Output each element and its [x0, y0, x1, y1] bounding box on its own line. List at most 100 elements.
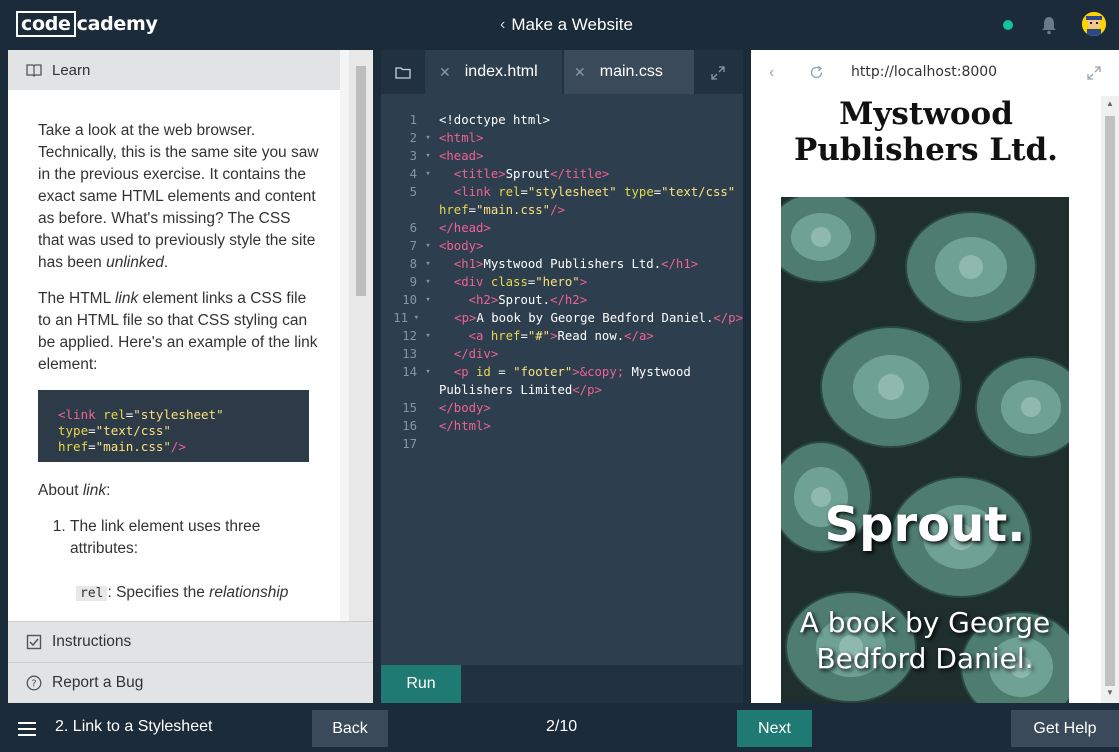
code-line: 11 ▾ <p>A book by George Bedford Daniel.<…	[393, 311, 743, 325]
top-bar: code cademy ‹ Make a Website	[0, 0, 1119, 50]
refresh-icon[interactable]	[809, 65, 824, 80]
tab-label: index.html	[464, 63, 538, 80]
learn-paragraph-2: The HTML link element links a CSS file t…	[38, 288, 320, 376]
learn-scrollbar[interactable]	[340, 50, 373, 621]
course-title-link[interactable]: ‹ Make a Website	[500, 15, 633, 35]
site-heading-line-2: Publishers Ltd.	[794, 132, 1058, 168]
code-line: 2 ▾ <html>	[409, 131, 484, 145]
code-line: 16 </html>	[402, 419, 491, 433]
report-bug-label: Report a Bug	[52, 674, 144, 691]
snippet-href: href	[58, 439, 89, 454]
sub-item-text: : Specifies the	[107, 584, 210, 601]
hamburger-menu-icon[interactable]	[18, 722, 36, 736]
avatar-face-icon	[1082, 12, 1106, 36]
learn-paragraph-1: Take a look at the web browser. Technica…	[38, 120, 320, 274]
code-line: 5 <link rel="stylesheet" type="text/css"	[409, 185, 736, 199]
file-browser-button[interactable]	[381, 50, 425, 94]
tab-main-css[interactable]: ✕ main.css	[564, 50, 694, 94]
list-item: The link element uses three attributes: …	[70, 516, 320, 605]
sub-item-emphasis: relationship	[209, 584, 289, 601]
learn-scroll-thumb[interactable]	[356, 66, 366, 296]
about-colon: :	[106, 482, 111, 499]
snippet-href-val: "main.css"	[95, 439, 171, 454]
scroll-gutter	[340, 50, 349, 621]
browser-url-bar: ‹ http://localhost:8000	[751, 50, 1119, 96]
learn-tab-label: Learn	[52, 61, 91, 79]
instructions-label: Instructions	[52, 633, 132, 650]
code-line: 6 </head>	[409, 221, 491, 235]
para1-text: Take a look at the web browser. Technica…	[38, 122, 319, 271]
bottom-bar: 2. Link to a Stylesheet Back 2/10 Next G…	[0, 703, 1119, 752]
code-line: 10 ▾ <h2>Sprout.</h2>	[402, 293, 588, 307]
rendered-site: Mystwood Publishers Ltd. Sprout. A book …	[751, 96, 1101, 703]
code-line: 17	[402, 437, 417, 451]
browser-scrollbar[interactable]: ▲ ▼	[1101, 96, 1119, 703]
codecademy-logo[interactable]: code cademy	[16, 11, 158, 37]
learn-tab[interactable]: Learn	[8, 50, 340, 90]
code-lines[interactable]: 1 <!doctype html> 2 ▾ <html> 3 ▾ <head> 4 ▾ <t…	[381, 111, 743, 453]
checkbox-icon	[26, 634, 42, 650]
snippet-open: <link	[58, 407, 96, 422]
code-example-block: <link rel="stylesheet" type="text/css" h…	[38, 390, 309, 462]
code-line: 15 </body>	[402, 401, 491, 415]
code-line: 3 ▾ <head>	[409, 149, 484, 163]
get-help-button[interactable]: Get Help	[1011, 710, 1119, 747]
help-circle-icon: ?	[26, 675, 42, 691]
run-bar: Run	[381, 665, 743, 703]
back-button[interactable]: Back	[312, 710, 388, 747]
tab-label: main.css	[599, 63, 663, 80]
browser-back-icon[interactable]: ‹	[769, 64, 774, 82]
snippet-type-val: "text/css"	[95, 423, 171, 438]
scroll-up-icon[interactable]: ▲	[1106, 99, 1114, 108]
svg-text:?: ?	[31, 679, 36, 690]
hero-subtitle: A book by George Bedford Daniel.	[799, 606, 1051, 675]
learn-panel: Learn Take a look at the web browser. Te…	[8, 50, 373, 703]
logo-rest-text: cademy	[76, 13, 158, 35]
report-bug-button[interactable]: ? Report a Bug	[8, 662, 373, 703]
site-heading-line-1: Mystwood	[839, 96, 1013, 132]
browser-scroll-thumb[interactable]	[1105, 116, 1115, 686]
close-tab-icon[interactable]: ✕	[574, 64, 586, 81]
app-window: code cademy ‹ Make a Website Learn Take …	[0, 0, 1119, 752]
folder-icon	[395, 66, 411, 79]
code-line: 4 ▾ <title>Sprout</title>	[409, 167, 610, 181]
code-line-wrap: href="main.css"/>	[439, 203, 565, 217]
close-tab-icon[interactable]: ✕	[439, 64, 451, 81]
next-button[interactable]: Next	[737, 710, 812, 747]
snippet-close: />	[170, 439, 186, 454]
run-button[interactable]: Run	[381, 665, 461, 703]
expand-browser-icon[interactable]	[1087, 66, 1101, 80]
online-status-indicator	[1003, 20, 1013, 30]
about-emphasis: link	[82, 482, 107, 499]
snippet-type: type	[58, 423, 89, 438]
sub-list-item: rel: Specifies the relationship	[76, 582, 320, 605]
course-title: Make a Website	[511, 15, 633, 34]
book-icon	[26, 64, 42, 77]
logo-box-text: code	[16, 11, 76, 37]
para1-end: .	[163, 254, 169, 271]
editor-tabs: ✕ index.html ✕ main.css	[381, 50, 743, 94]
site-heading: Mystwood Publishers Ltd.	[751, 96, 1101, 168]
user-avatar[interactable]	[1082, 12, 1106, 36]
lesson-title: 2. Link to a Stylesheet	[55, 718, 213, 735]
expand-editor-icon[interactable]	[711, 66, 725, 80]
hero-title: Sprout.	[824, 497, 1026, 553]
para2-text-a: The HTML	[38, 290, 115, 307]
code-line-wrap: Publishers Limited</p>	[439, 383, 602, 397]
scroll-down-icon[interactable]: ▼	[1106, 688, 1114, 697]
inline-code-rel: rel	[76, 586, 108, 601]
snippet-rel-val: "stylesheet"	[133, 407, 224, 422]
code-line: 8 ▾ <h1>Mystwood Publishers Ltd.</h1>	[409, 257, 699, 271]
lesson-progress: 2/10	[546, 718, 578, 735]
instructions-panel-toggle[interactable]: Instructions	[8, 621, 373, 662]
chevron-left-icon: ‹	[500, 16, 506, 33]
learn-content: Take a look at the web browser. Technica…	[38, 120, 320, 620]
tab-index-html[interactable]: ✕ index.html	[425, 50, 562, 94]
attribute-list: The link element uses three attributes: …	[38, 516, 320, 605]
browser-url[interactable]: http://localhost:8000	[851, 64, 997, 80]
code-line: 7 ▾ <body>	[409, 239, 484, 253]
browser-preview: ‹ http://localhost:8000 Mystwood Publish…	[751, 50, 1119, 703]
code-line: 9 ▾ <div class="hero">	[409, 275, 588, 289]
about-text: About	[38, 482, 83, 499]
bell-icon[interactable]	[1040, 15, 1058, 35]
